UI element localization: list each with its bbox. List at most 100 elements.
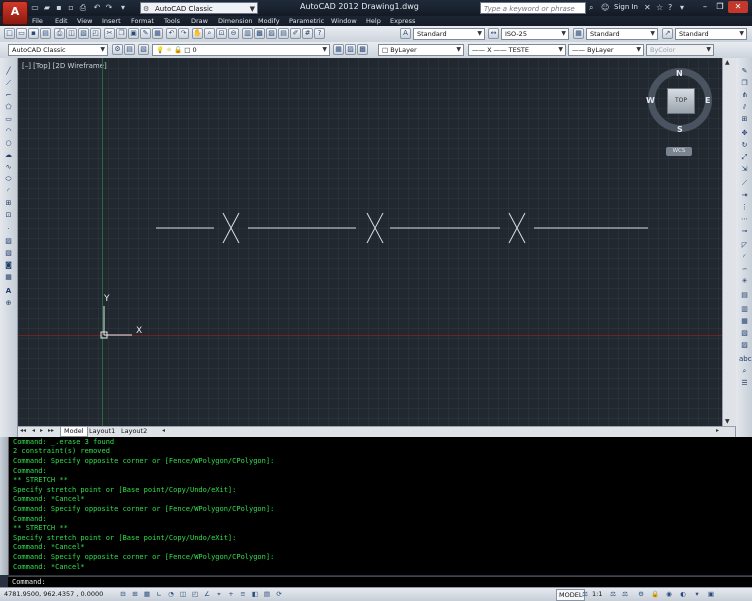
transparency-icon[interactable]: ◧ <box>250 590 260 599</box>
text-style-icon[interactable]: A <box>400 28 411 39</box>
command-window-grip[interactable] <box>0 437 8 575</box>
menu-modify[interactable]: Modify <box>258 16 280 26</box>
search-input[interactable]: Type a keyword or phrase <box>480 2 586 14</box>
workspace-switching-icon[interactable]: ⚙ <box>636 590 646 599</box>
viewcube-south[interactable]: S <box>677 125 683 134</box>
save-as-icon[interactable]: ▫ <box>66 3 76 13</box>
redo-icon[interactable]: ↷ <box>104 3 114 13</box>
text-style-select[interactable]: Standard ▼ <box>413 28 485 40</box>
multileader-style-select[interactable]: Standard ▼ <box>675 28 747 40</box>
multiline-text-icon[interactable]: A <box>3 286 14 296</box>
help-icon[interactable]: ? <box>668 3 672 12</box>
annotation-scale-icon[interactable]: ⚖ <box>582 590 588 599</box>
erase-icon[interactable]: ✎ <box>739 66 750 76</box>
dynamic-ucs-icon[interactable]: ⌖ <box>214 590 224 599</box>
object-snap-tracking-icon[interactable]: ∠ <box>202 590 212 599</box>
tab-layout2[interactable]: Layout2 <box>118 427 150 436</box>
text-icon[interactable]: ▦ <box>739 316 750 326</box>
table-style-select[interactable]: Standard ▼ <box>586 28 658 40</box>
isolate-objects-icon[interactable]: ◐ <box>678 590 688 599</box>
plot-icon[interactable]: ⎙ <box>78 3 88 13</box>
make-block-icon[interactable]: ⊡ <box>3 210 14 220</box>
sign-in-link[interactable]: Sign In <box>614 3 638 11</box>
hardware-acceleration-icon[interactable]: ◉ <box>664 590 674 599</box>
restore-button[interactable]: ❐ <box>713 1 727 13</box>
menu-draw[interactable]: Draw <box>191 16 208 26</box>
save-icon[interactable]: ▪ <box>54 3 64 13</box>
stretch-icon[interactable]: ⇲ <box>739 164 750 174</box>
ellipse-arc-icon[interactable]: ◜ <box>3 186 14 196</box>
offset-icon[interactable]: ⫽ <box>739 102 750 112</box>
scroll-down-icon[interactable]: ▼ <box>725 418 730 425</box>
tab-layout1[interactable]: Layout1 <box>86 427 118 436</box>
search-icon[interactable]: ⌕ <box>589 3 593 13</box>
status-bar-menu-icon[interactable]: ▾ <box>692 590 702 599</box>
new-icon[interactable]: □ <box>4 28 15 39</box>
arc-icon[interactable]: ◠ <box>3 126 14 136</box>
star-icon[interactable]: ☆ <box>656 3 663 12</box>
menu-help[interactable]: Help <box>366 16 381 26</box>
calculator-icon[interactable]: # <box>302 28 313 39</box>
polygon-icon[interactable]: ⬠ <box>3 102 14 112</box>
polyline-icon[interactable]: ⌐ <box>3 90 14 100</box>
annotation-scale[interactable]: 1:1 <box>592 590 602 598</box>
open-icon[interactable]: ▰ <box>42 3 52 13</box>
move-icon[interactable]: ✥ <box>739 128 750 138</box>
redo-icon[interactable]: ↷ <box>178 28 189 39</box>
plot-icon[interactable]: ⎙ <box>54 28 65 39</box>
layer-previous-icon[interactable]: ▨ <box>345 44 356 55</box>
dim-style-select[interactable]: ISO-25 ▼ <box>501 28 569 40</box>
pan-icon[interactable]: ✋ <box>192 28 203 39</box>
infer-constraints-icon[interactable]: ⊟ <box>118 590 128 599</box>
multileader-icon[interactable]: ▧ <box>739 328 750 338</box>
scroll-right-icon[interactable]: ▸ <box>716 427 719 434</box>
open-icon[interactable]: ▭ <box>16 28 27 39</box>
revision-cloud-icon[interactable]: ☁ <box>3 150 14 160</box>
zoom-window-icon[interactable]: ⊡ <box>216 28 227 39</box>
viewcube-face[interactable]: TOP <box>667 88 695 114</box>
help-icon[interactable]: ? <box>314 28 325 39</box>
previous-tab-icon[interactable]: ◂ <box>32 427 35 434</box>
dim-style-icon[interactable]: ↔ <box>488 28 499 39</box>
snap-mode-icon[interactable]: ⊞ <box>130 590 140 599</box>
linetype-select[interactable]: —— X —— TESTE ▼ <box>468 44 566 56</box>
lineweight-icon[interactable]: ≡ <box>238 590 248 599</box>
design-center-icon[interactable]: ▩ <box>254 28 265 39</box>
undo-icon[interactable]: ↶ <box>92 3 102 13</box>
plot-preview-icon[interactable]: ◫ <box>66 28 77 39</box>
circle-icon[interactable]: ○ <box>3 138 14 148</box>
polar-tracking-icon[interactable]: ◔ <box>166 590 176 599</box>
chevron-down-icon[interactable]: ▾ <box>680 3 684 12</box>
zoom-realtime-icon[interactable]: ⌕ <box>204 28 215 39</box>
layer-states-icon[interactable]: ▩ <box>357 44 368 55</box>
draworder-icon[interactable]: ▤ <box>739 290 750 300</box>
new-icon[interactable]: ▭ <box>30 3 40 13</box>
table-icon[interactable]: ▦ <box>3 272 14 282</box>
menu-express[interactable]: Express <box>390 16 415 26</box>
array-icon[interactable]: ⊞ <box>739 114 750 124</box>
explode-icon[interactable]: ✳ <box>739 276 750 286</box>
copy-icon[interactable]: ❐ <box>739 78 750 88</box>
lineweight-select[interactable]: —— ByLayer ▼ <box>568 44 644 56</box>
gradient-icon[interactable]: ▧ <box>3 248 14 258</box>
mirror-icon[interactable]: ⋔ <box>739 90 750 100</box>
markup-icon[interactable]: ✐ <box>290 28 301 39</box>
user-icon[interactable]: ☺ <box>601 3 609 12</box>
cut-icon[interactable]: ✂ <box>104 28 115 39</box>
menu-format[interactable]: Format <box>131 16 154 26</box>
spell-check-icon[interactable]: abc <box>739 354 752 364</box>
workspace-select[interactable]: AutoCAD Classic ▼ <box>8 44 108 56</box>
menu-file[interactable]: File <box>32 16 43 26</box>
lock-icon[interactable]: 🔒 <box>650 590 660 599</box>
auto-scale-icon[interactable]: ⚖ <box>620 590 630 599</box>
break-at-point-icon[interactable]: ⋮ <box>739 202 750 212</box>
paste-icon[interactable]: ▣ <box>128 28 139 39</box>
customize-icon[interactable]: ▤ <box>124 44 135 55</box>
horizontal-scrollbar[interactable]: ◂ ▸ <box>160 426 735 437</box>
coordinate-readout[interactable]: 4781.9500, 962.4357 , 0.0000 <box>4 590 103 598</box>
sheet-set-icon[interactable]: ▤ <box>40 28 51 39</box>
zoom-previous-icon[interactable]: ⊖ <box>228 28 239 39</box>
menu-view[interactable]: View <box>77 16 92 26</box>
join-icon[interactable]: ⊸ <box>739 226 750 236</box>
hatch-icon[interactable]: ▨ <box>3 236 14 246</box>
